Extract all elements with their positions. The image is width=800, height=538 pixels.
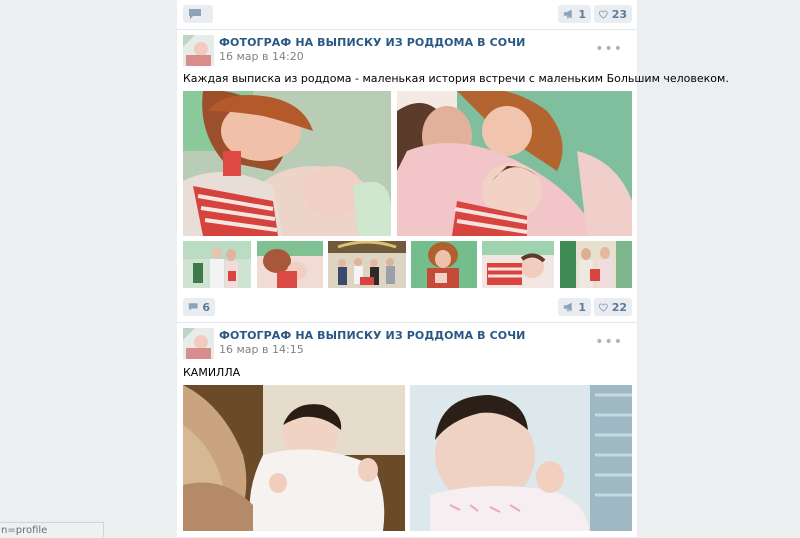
avatar[interactable] [183,328,214,359]
comment-icon [189,9,201,19]
post-photo-thumb[interactable] [183,241,251,288]
megaphone-icon [563,302,572,312]
post-date[interactable]: 16 мар в 14:15 [219,343,304,356]
prev-post-actions: 1 23 [177,5,637,25]
post-photo[interactable] [183,91,391,236]
share-button[interactable]: 1 [558,5,591,23]
post-photo-thumb[interactable] [257,241,323,288]
post-photo-thumb[interactable] [482,241,554,288]
megaphone-icon [563,9,572,19]
avatar[interactable] [183,35,214,66]
comment-button[interactable] [183,5,213,23]
post-author-link[interactable]: ФОТОГРАФ НА ВЫПИСКУ ИЗ РОДДОМА В СОЧИ [219,329,525,342]
post-photo[interactable] [183,385,405,531]
like-button[interactable]: 22 [594,298,632,316]
like-button[interactable]: 23 [594,5,632,23]
browser-status-bar: n=profile [0,522,104,537]
post-text: КАМИЛЛА [183,366,241,379]
comment-icon [188,303,198,311]
heart-icon [599,302,608,312]
post-header: ФОТОГРАФ НА ВЫПИСКУ ИЗ РОДДОМА В СОЧИ 16… [183,328,637,362]
post-header: ФОТОГРАФ НА ВЫПИСКУ ИЗ РОДДОМА В СОЧИ 16… [183,35,637,69]
news-feed: 1 23 ФОТОГРАФ НА ВЫПИСКУ ИЗ РОДДОМА В СО… [177,0,729,537]
heart-icon [599,9,608,19]
post-actions: 6 1 22 [177,298,637,318]
post-photo[interactable] [397,91,632,236]
post-photo[interactable] [410,385,632,531]
post-author-link[interactable]: ФОТОГРАФ НА ВЫПИСКУ ИЗ РОДДОМА В СОЧИ [219,36,525,49]
post-photo-thumb[interactable] [411,241,477,288]
post-photo-thumb[interactable] [560,241,632,288]
post-date[interactable]: 16 мар в 14:20 [219,50,304,63]
post-text: Каждая выписка из роддома - маленькая ис… [183,72,729,85]
avatar-image [183,35,214,66]
avatar-image [183,328,214,359]
post-divider [177,29,637,30]
share-button[interactable]: 1 [558,298,591,316]
more-dots-icon[interactable]: ••• [595,334,623,350]
comment-button[interactable]: 6 [183,298,215,316]
more-dots-icon[interactable]: ••• [595,41,623,57]
post-photo-thumb[interactable] [328,241,406,288]
post-divider [177,322,637,323]
